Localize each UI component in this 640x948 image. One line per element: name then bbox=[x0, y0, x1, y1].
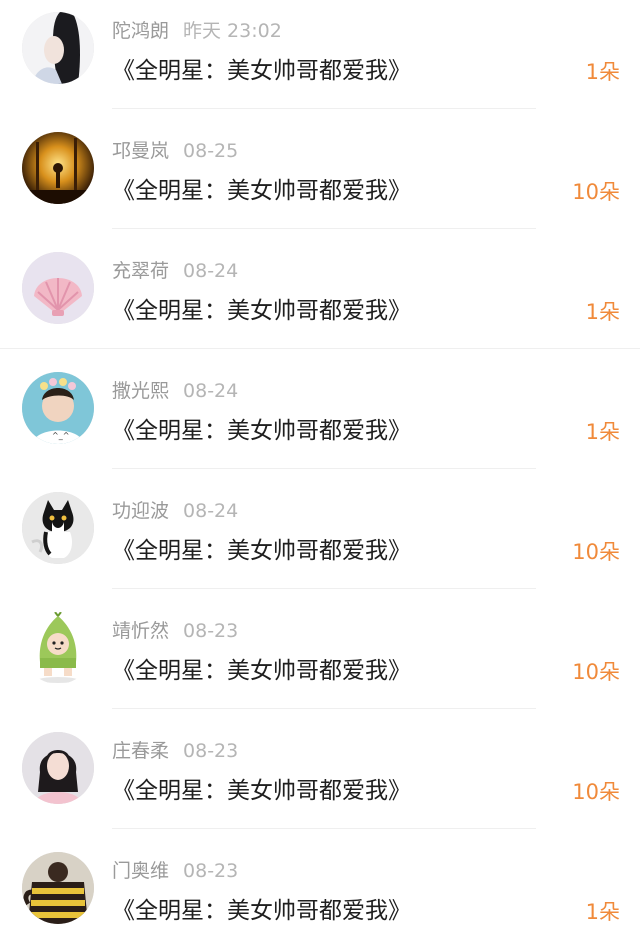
flower-count: 10朵 bbox=[572, 660, 620, 684]
sender-name[interactable]: 陀鸿朗 bbox=[112, 20, 169, 42]
gift-title: 《全明星：美女帅哥都爱我》 bbox=[112, 538, 411, 564]
gift-record-list: 陀鸿朗 昨天 23:02 《全明星：美女帅哥都爱我》 1朵 邛曼岚 08-25 … bbox=[0, 0, 640, 948]
divider bbox=[112, 588, 536, 589]
send-time: 08-24 bbox=[183, 380, 239, 402]
gift-title: 《全明星：美女帅哥都爱我》 bbox=[112, 898, 411, 924]
avatar[interactable] bbox=[22, 612, 94, 684]
flower-count: 1朵 bbox=[585, 900, 620, 924]
gift-title: 《全明星：美女帅哥都爱我》 bbox=[112, 178, 411, 204]
avatar-striped-sweater-image bbox=[22, 852, 94, 924]
send-time: 08-24 bbox=[183, 260, 239, 282]
gift-title: 《全明星：美女帅哥都爱我》 bbox=[112, 58, 411, 84]
avatar[interactable] bbox=[22, 252, 94, 324]
sender-name[interactable]: 门奥维 bbox=[112, 860, 169, 882]
avatar-glowing-forest-image bbox=[22, 132, 94, 204]
send-time: 08-25 bbox=[183, 140, 239, 162]
list-item[interactable]: 门奥维 08-23 《全明星：美女帅哥都爱我》 1朵 bbox=[0, 840, 640, 948]
avatar[interactable] bbox=[22, 732, 94, 804]
sender-meta: 撒光熙 08-24 bbox=[112, 376, 238, 403]
svg-text:^_^: ^_^ bbox=[52, 431, 69, 440]
send-time: 08-23 bbox=[183, 740, 239, 762]
send-time: 08-23 bbox=[183, 620, 239, 642]
divider bbox=[0, 348, 640, 349]
sender-name[interactable]: 撒光熙 bbox=[112, 380, 169, 402]
avatar[interactable] bbox=[22, 492, 94, 564]
sender-name[interactable]: 邛曼岚 bbox=[112, 140, 169, 162]
avatar-boy-flower-crown-image: ^_^ bbox=[22, 372, 94, 444]
gift-title: 《全明星：美女帅哥都爱我》 bbox=[112, 778, 411, 804]
flower-count: 1朵 bbox=[585, 300, 620, 324]
sender-meta: 靖忻然 08-23 bbox=[112, 616, 238, 643]
sender-meta: 充翠荷 08-24 bbox=[112, 256, 238, 283]
flower-count: 1朵 bbox=[585, 420, 620, 444]
avatar-girl-pink-top-image bbox=[22, 732, 94, 804]
avatar-black-white-cat-image bbox=[22, 492, 94, 564]
avatar-cartoon-green-costume-image bbox=[22, 612, 94, 684]
sender-name[interactable]: 庄春柔 bbox=[112, 740, 169, 762]
divider bbox=[112, 828, 536, 829]
gift-title: 《全明星：美女帅哥都爱我》 bbox=[112, 418, 411, 444]
list-item[interactable]: 充翠荷 08-24 《全明星：美女帅哥都爱我》 1朵 bbox=[0, 240, 640, 360]
send-time: 昨天 23:02 bbox=[183, 20, 282, 42]
avatar-girl-dark-hair-image bbox=[22, 12, 94, 84]
sender-meta: 邛曼岚 08-25 bbox=[112, 136, 238, 163]
divider bbox=[112, 708, 536, 709]
avatar[interactable] bbox=[22, 12, 94, 84]
divider bbox=[112, 108, 536, 109]
avatar-pink-seashell-image bbox=[22, 252, 94, 324]
sender-name[interactable]: 功迎波 bbox=[112, 500, 169, 522]
sender-name[interactable]: 靖忻然 bbox=[112, 620, 169, 642]
send-time: 08-24 bbox=[183, 500, 239, 522]
flower-count: 10朵 bbox=[572, 540, 620, 564]
gift-title: 《全明星：美女帅哥都爱我》 bbox=[112, 298, 411, 324]
list-item[interactable]: 邛曼岚 08-25 《全明星：美女帅哥都爱我》 10朵 bbox=[0, 120, 640, 240]
send-time: 08-23 bbox=[183, 860, 239, 882]
list-item[interactable]: 庄春柔 08-23 《全明星：美女帅哥都爱我》 10朵 bbox=[0, 720, 640, 840]
list-item[interactable]: 靖忻然 08-23 《全明星：美女帅哥都爱我》 10朵 bbox=[0, 600, 640, 720]
list-item[interactable]: ^_^ 撒光熙 08-24 《全明星：美女帅哥都爱我》 1朵 bbox=[0, 360, 640, 480]
sender-meta: 功迎波 08-24 bbox=[112, 496, 238, 523]
divider bbox=[112, 228, 536, 229]
flower-count: 1朵 bbox=[585, 60, 620, 84]
flower-count: 10朵 bbox=[572, 780, 620, 804]
sender-name[interactable]: 充翠荷 bbox=[112, 260, 169, 282]
sender-meta: 门奥维 08-23 bbox=[112, 856, 238, 883]
sender-meta: 陀鸿朗 昨天 23:02 bbox=[112, 16, 282, 43]
list-item[interactable]: 陀鸿朗 昨天 23:02 《全明星：美女帅哥都爱我》 1朵 bbox=[0, 0, 640, 120]
sender-meta: 庄春柔 08-23 bbox=[112, 736, 238, 763]
avatar[interactable]: ^_^ bbox=[22, 372, 94, 444]
gift-title: 《全明星：美女帅哥都爱我》 bbox=[112, 658, 411, 684]
list-item[interactable]: 功迎波 08-24 《全明星：美女帅哥都爱我》 10朵 bbox=[0, 480, 640, 600]
flower-count: 10朵 bbox=[572, 180, 620, 204]
avatar[interactable] bbox=[22, 852, 94, 924]
divider bbox=[112, 468, 536, 469]
avatar[interactable] bbox=[22, 132, 94, 204]
